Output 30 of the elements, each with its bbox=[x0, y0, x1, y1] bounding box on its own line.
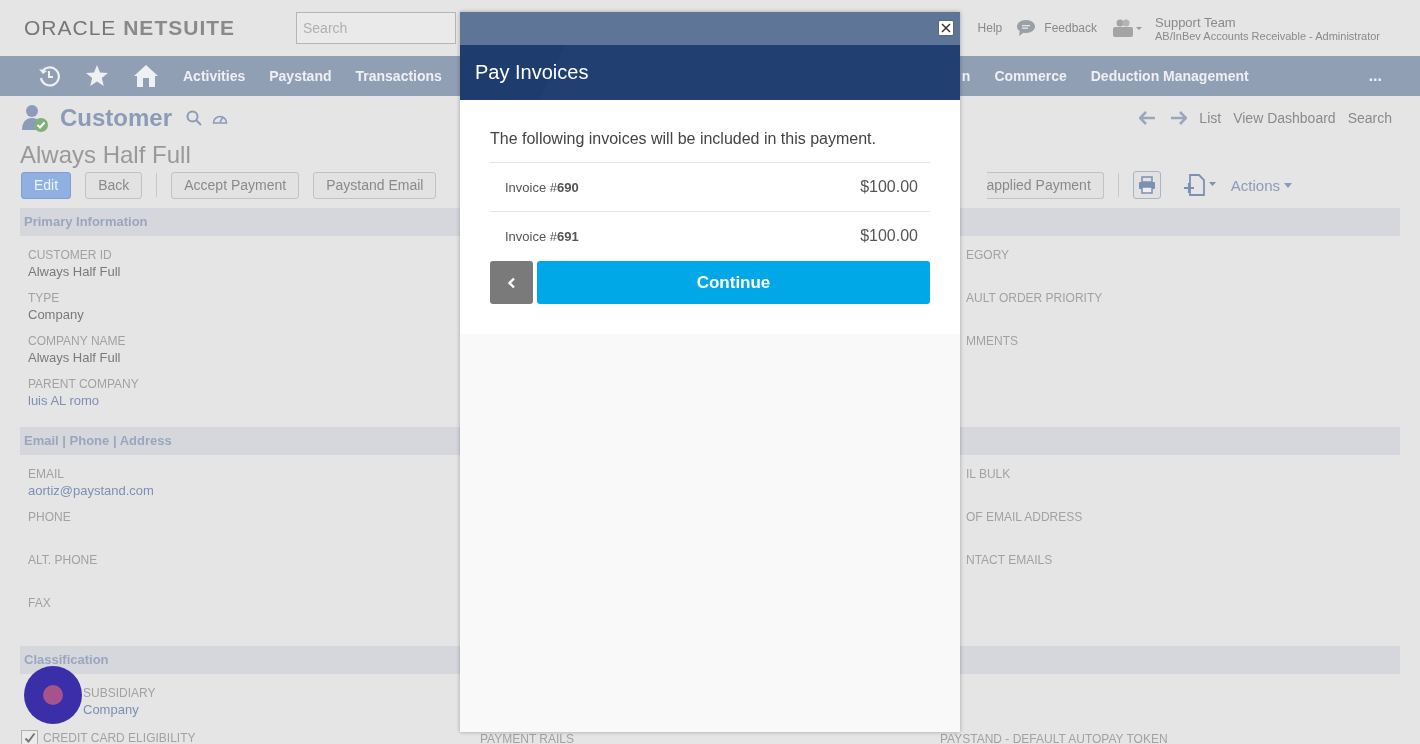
netsuite-logo: ORACLE NETSUITE bbox=[24, 16, 237, 40]
invoice-amount: $100.00 bbox=[860, 227, 918, 245]
field-label: TYPE bbox=[28, 291, 61, 305]
user-role: AB/InBev Accounts Receivable - Administrator bbox=[1155, 29, 1380, 42]
field-label: EMAIL bbox=[28, 467, 65, 481]
field-label: ALT. PHONE bbox=[28, 553, 99, 567]
field-value: Always Half Full bbox=[28, 264, 122, 279]
field-label: CUSTOMER ID bbox=[28, 248, 113, 262]
dialog-message: The following invoices will be included in this payment. bbox=[490, 130, 877, 148]
checkbox-label: CREDIT CARD ELIGIBILITY bbox=[43, 731, 196, 744]
field-label: PARENT COMPANY bbox=[28, 377, 140, 391]
field-value: Always Half Full bbox=[28, 350, 122, 365]
field-label: MMENTS bbox=[966, 334, 1019, 348]
invoice-label: Invoice #691 bbox=[505, 228, 579, 244]
field-label: EGORY bbox=[966, 248, 1011, 262]
field-label: AULT ORDER PRIORITY bbox=[966, 291, 1103, 305]
record-type-title: Customer bbox=[60, 104, 173, 132]
dialog-title: Pay Invoices bbox=[475, 61, 589, 84]
field-label: IL BULK bbox=[966, 467, 1012, 481]
field-label: OF EMAIL ADDRESS bbox=[966, 510, 1083, 524]
invoice-label: Invoice #690 bbox=[505, 179, 579, 195]
field-label: PHONE bbox=[28, 510, 72, 524]
field-label: COMPANY NAME bbox=[28, 334, 127, 348]
field-label: PAYMENT RAILS bbox=[480, 732, 575, 744]
field-label: NTACT EMAILS bbox=[966, 553, 1054, 567]
field-label: SUBSIDIARY bbox=[83, 686, 157, 700]
invoice-amount: $100.00 bbox=[860, 178, 918, 196]
field-value: Company bbox=[28, 307, 85, 322]
field-label: PAYSTAND - DEFAULT AUTOPAY TOKEN bbox=[940, 732, 1168, 744]
field-label: FAX bbox=[28, 596, 52, 610]
